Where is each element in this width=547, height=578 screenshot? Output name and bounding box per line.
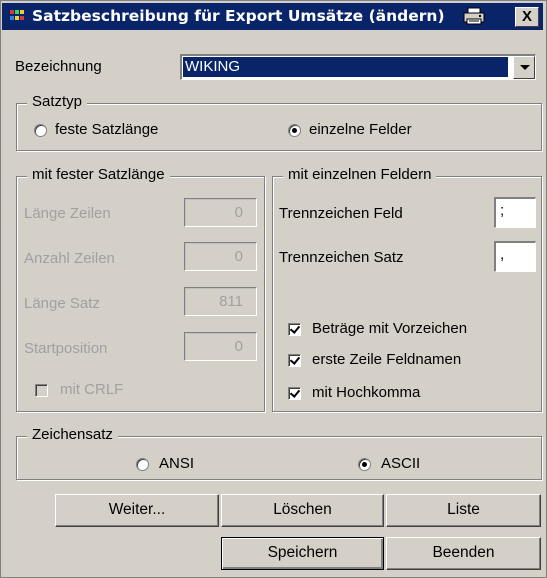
trennzeichen-feld-label: Trennzeichen Feld (279, 205, 403, 222)
feldnamen-label[interactable]: erste Zeile Feldnamen (312, 351, 461, 368)
laenge-zeilen-input: 0 (184, 198, 257, 227)
startposition-input: 0 (184, 332, 257, 361)
dialog-window: Satzbeschreibung für Export Umsätze (änd… (0, 0, 547, 578)
anzahl-zeilen-input: 0 (184, 242, 257, 271)
hochkomma-checkbox[interactable] (288, 387, 301, 400)
weiter-button[interactable]: Weiter... (55, 494, 219, 527)
radio-feste-satzlaenge[interactable] (34, 124, 47, 137)
startposition-label: Startposition (24, 340, 108, 357)
mit-crlf-checkbox (35, 384, 48, 397)
app-icon (10, 9, 26, 23)
zeichensatz-legend: Zeichensatz (27, 426, 118, 443)
trennzeichen-feld-input[interactable]: ; (494, 197, 536, 228)
radio-feste-satzlaenge-label[interactable]: feste Satzlänge (55, 121, 158, 138)
close-button[interactable]: X (515, 7, 539, 27)
laenge-satz-input: 811 (184, 287, 257, 316)
fest-legend: mit fester Satzlänge (27, 166, 170, 183)
loeschen-button[interactable]: Löschen (221, 494, 384, 527)
radio-ascii-label[interactable]: ASCII (381, 455, 420, 472)
feldnamen-checkbox[interactable] (288, 354, 301, 367)
vorzeichen-checkbox[interactable] (288, 323, 301, 336)
laenge-zeilen-label: Länge Zeilen (24, 205, 111, 222)
beenden-button[interactable]: Beenden (386, 537, 541, 570)
laenge-satz-label: Länge Satz (24, 295, 100, 312)
zeichensatz-group: Zeichensatz (16, 426, 542, 480)
speichern-button[interactable]: Speichern (221, 537, 384, 570)
radio-ascii[interactable] (358, 458, 371, 471)
radio-einzelne-felder[interactable] (288, 124, 301, 137)
printer-icon[interactable] (463, 7, 485, 26)
radio-ansi-label[interactable]: ANSI (159, 455, 194, 472)
radio-einzelne-felder-label[interactable]: einzelne Felder (309, 121, 412, 138)
radio-ansi[interactable] (136, 458, 149, 471)
anzahl-zeilen-label: Anzahl Zeilen (24, 250, 115, 267)
mit-crlf-label: mit CRLF (60, 381, 124, 398)
trennzeichen-satz-input[interactable]: , (494, 241, 536, 272)
hochkomma-label[interactable]: mit Hochkomma (312, 384, 420, 401)
title-bar: Satzbeschreibung für Export Umsätze (änd… (2, 3, 543, 30)
window-title: Satzbeschreibung für Export Umsätze (änd… (32, 7, 445, 25)
satztyp-legend: Satztyp (27, 93, 88, 110)
trennzeichen-satz-label: Trennzeichen Satz (279, 249, 404, 266)
bezeichnung-value: WIKING (183, 57, 508, 77)
bezeichnung-dropdown[interactable]: WIKING (180, 54, 536, 80)
liste-button[interactable]: Liste (386, 494, 541, 527)
bezeichnung-label: Bezeichnung (15, 58, 102, 75)
vorzeichen-label[interactable]: Beträge mit Vorzeichen (312, 320, 467, 337)
chevron-down-icon[interactable] (513, 56, 535, 79)
einzeln-legend: mit einzelnen Feldern (283, 166, 437, 183)
close-icon: X (521, 8, 532, 25)
